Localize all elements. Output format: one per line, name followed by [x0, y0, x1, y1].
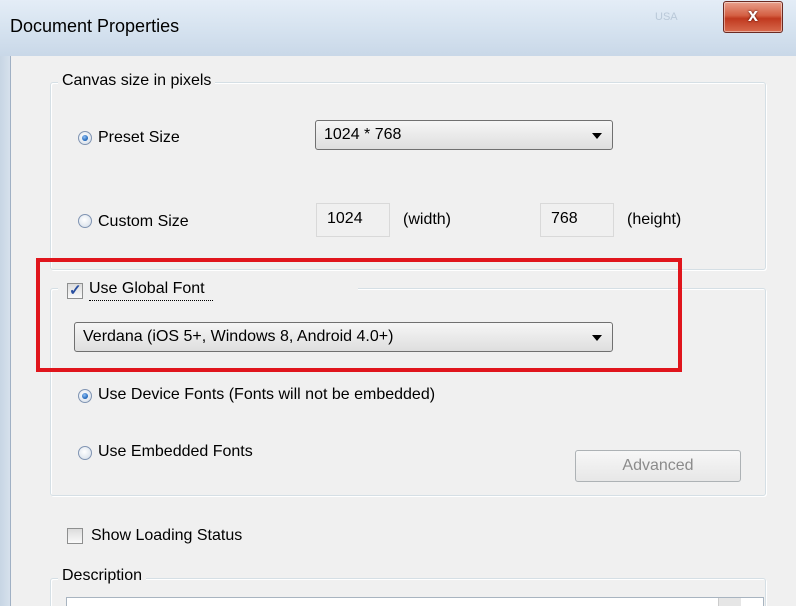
- use-device-fonts-label[interactable]: Use Device Fonts (Fonts will not be embe…: [98, 386, 435, 404]
- use-embedded-fonts-radio[interactable]: [78, 446, 92, 460]
- custom-size-label[interactable]: Custom Size: [98, 213, 189, 231]
- chevron-down-icon: [592, 133, 602, 139]
- canvas-size-group: [50, 82, 766, 270]
- close-button[interactable]: x: [723, 1, 783, 33]
- canvas-size-legend: Canvas size in pixels: [58, 72, 216, 90]
- width-unit-label: (width): [403, 211, 452, 228]
- preset-size-value: 1024 * 768: [324, 126, 402, 143]
- height-input[interactable]: 768: [540, 203, 614, 237]
- advanced-button-label: Advanced: [622, 457, 694, 474]
- custom-size-radio[interactable]: [78, 214, 92, 228]
- preset-size-dropdown[interactable]: 1024 * 768: [315, 120, 613, 150]
- description-legend: Description: [58, 567, 147, 585]
- show-loading-status-checkbox[interactable]: [67, 528, 83, 544]
- title-bar-faded-text: USA: [655, 11, 678, 23]
- use-embedded-fonts-label[interactable]: Use Embedded Fonts: [98, 443, 253, 461]
- advanced-button[interactable]: Advanced: [575, 450, 741, 482]
- width-input[interactable]: 1024: [316, 203, 390, 237]
- close-icon: x: [747, 5, 758, 25]
- red-highlight-box: [36, 258, 682, 372]
- height-unit-label: (height): [627, 211, 682, 228]
- title-bar[interactable]: Document Properties USA x: [0, 0, 796, 56]
- preset-size-radio[interactable]: [78, 131, 92, 145]
- width-value: 1024: [327, 210, 363, 227]
- dialog-title: Document Properties: [10, 16, 180, 36]
- description-textarea[interactable]: [66, 597, 764, 606]
- use-device-fonts-radio[interactable]: [78, 389, 92, 403]
- document-properties-dialog: Document Properties USA x Canvas size in…: [0, 0, 796, 606]
- height-value: 768: [551, 210, 578, 227]
- show-loading-status-label[interactable]: Show Loading Status: [91, 527, 242, 545]
- description-scrollbar[interactable]: [718, 598, 741, 606]
- preset-size-label[interactable]: Preset Size: [98, 129, 180, 147]
- window-frame-left: [0, 56, 10, 606]
